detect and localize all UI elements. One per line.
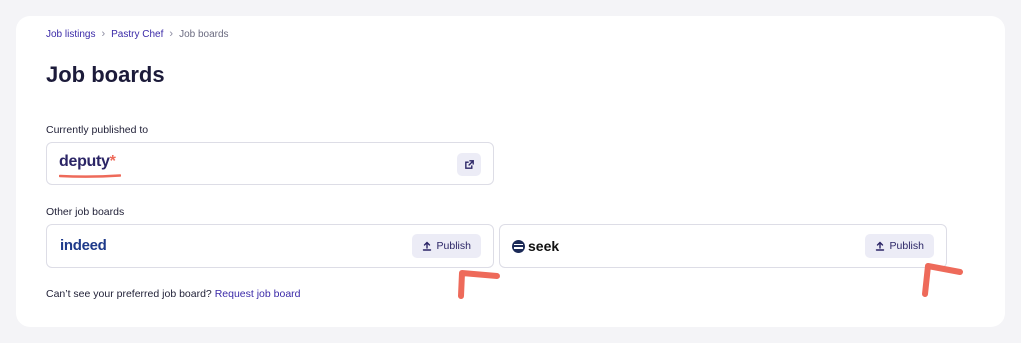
main-card: Job listings › Pastry Chef › Job boards … bbox=[16, 16, 1005, 327]
breadcrumb: Job listings › Pastry Chef › Job boards bbox=[46, 28, 229, 40]
underline-annotation bbox=[59, 174, 121, 178]
deputy-board-card: deputy* bbox=[46, 142, 494, 185]
currently-published-label: Currently published to bbox=[46, 124, 149, 136]
external-link-icon bbox=[464, 160, 474, 169]
seek-board-card: seek Publish bbox=[499, 224, 947, 268]
open-external-button[interactable] bbox=[457, 153, 481, 176]
chevron-right-icon: › bbox=[169, 28, 174, 40]
indeed-board-card: indeed Publish bbox=[46, 224, 494, 268]
publish-label: Publish bbox=[436, 240, 471, 252]
publish-seek-button[interactable]: Publish bbox=[864, 234, 934, 258]
breadcrumb-current: Job boards bbox=[179, 28, 229, 40]
chevron-right-icon: › bbox=[101, 28, 106, 40]
breadcrumb-job-listings[interactable]: Job listings bbox=[46, 29, 95, 40]
page-title: Job boards bbox=[46, 62, 165, 87]
upload-icon bbox=[422, 241, 431, 251]
indeed-logo: indeed bbox=[60, 237, 107, 254]
upload-icon bbox=[875, 241, 884, 251]
publish-label: Publish bbox=[889, 240, 924, 252]
publish-indeed-button[interactable]: Publish bbox=[411, 234, 481, 258]
deputy-logo: deputy* bbox=[59, 153, 116, 170]
footer-text: Can’t see your preferred job board? bbox=[46, 288, 212, 300]
seek-mark-icon bbox=[512, 239, 525, 253]
request-job-board-link[interactable]: Request job board bbox=[215, 288, 301, 300]
breadcrumb-pastry-chef[interactable]: Pastry Chef bbox=[111, 29, 163, 40]
footer-note: Can’t see your preferred job board? Requ… bbox=[46, 288, 301, 300]
other-job-boards-label: Other job boards bbox=[46, 206, 125, 218]
seek-logo: seek bbox=[512, 238, 559, 254]
